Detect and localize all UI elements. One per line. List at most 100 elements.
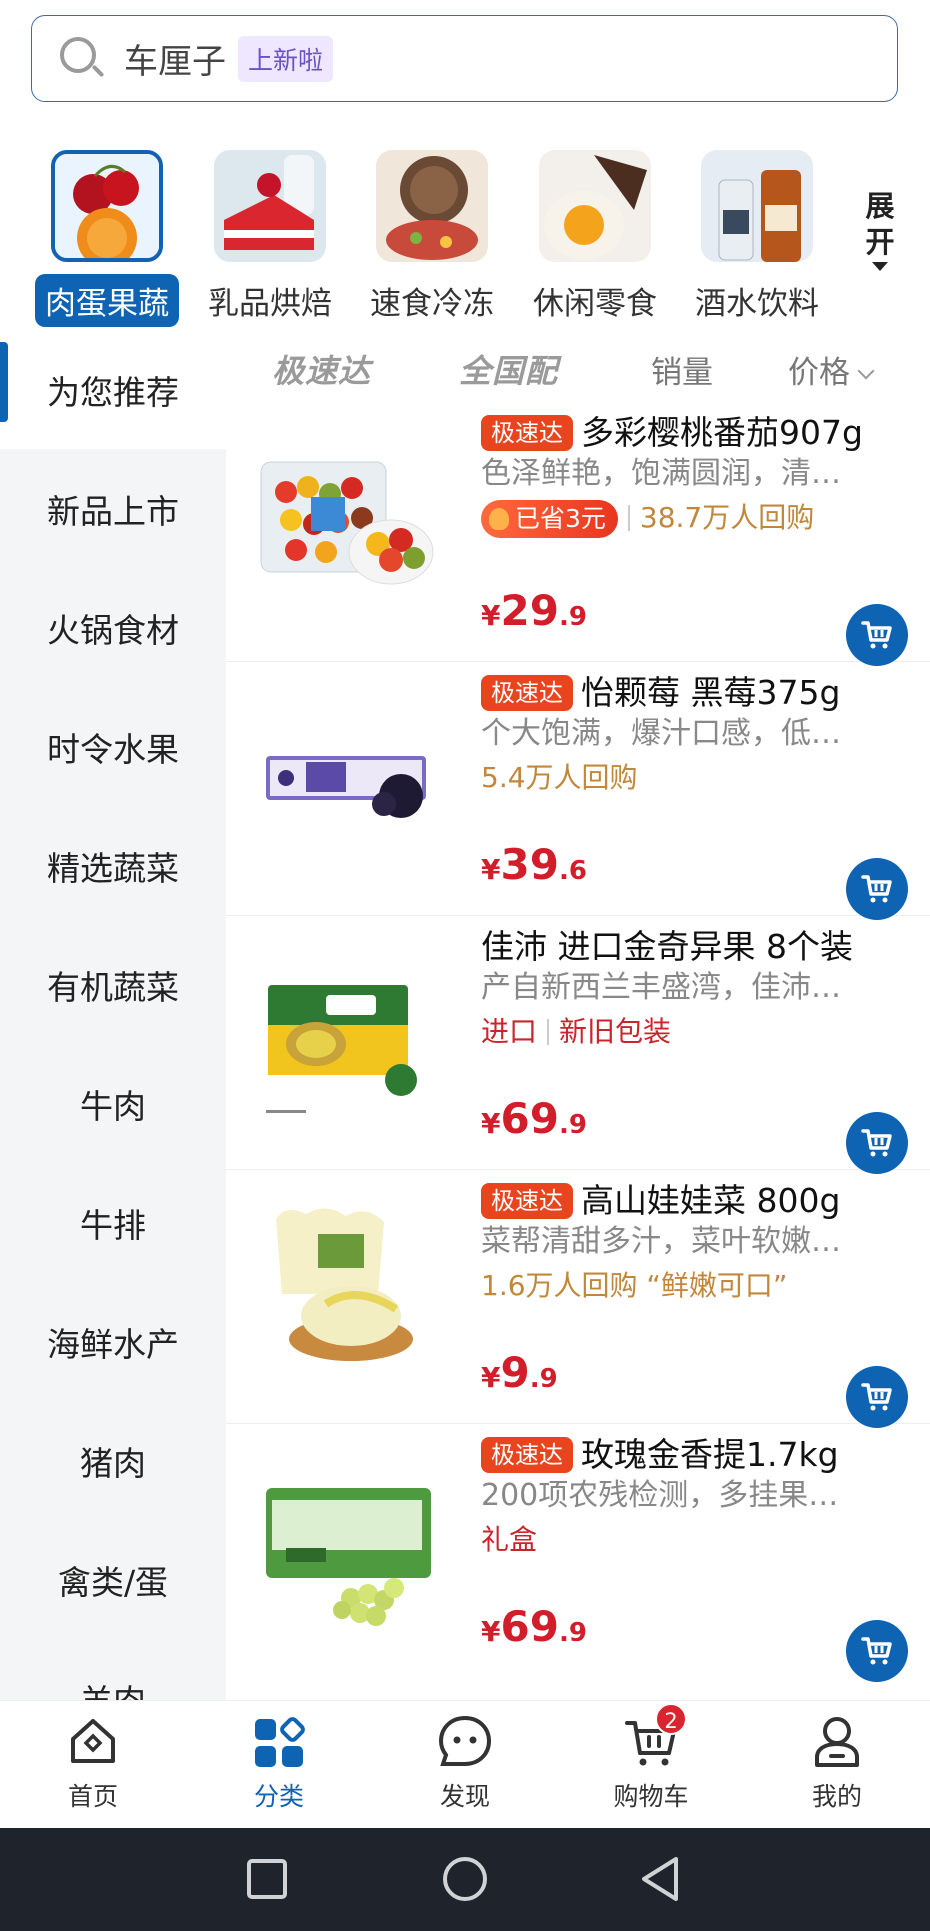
- cart-icon: [861, 1129, 892, 1157]
- add-to-cart-button[interactable]: [846, 1620, 908, 1682]
- saved-badge: 已省3元: [481, 500, 618, 538]
- category-label: 休闲零食: [533, 286, 657, 322]
- product-tags: 已省3元 38.7万人回购: [481, 498, 921, 538]
- product-price: ¥29.9: [481, 586, 587, 635]
- express-badge: 极速达: [481, 1437, 573, 1473]
- sidebar-item-recommended[interactable]: 为您推荐: [0, 330, 226, 449]
- sidebar-item-seasonal-fruit[interactable]: 时令水果: [0, 687, 226, 806]
- bottom-nav: 首页 分类 发现 2 购物车 我的: [0, 1700, 930, 1828]
- cart-icon: [861, 875, 892, 903]
- nav-category[interactable]: 分类: [186, 1701, 372, 1828]
- repurchase-count: 1.6万人回购 “鲜嫩可口”: [481, 1269, 788, 1302]
- category-fruit-veg[interactable]: 肉蛋果蔬: [32, 150, 182, 327]
- nav-home[interactable]: 首页: [0, 1701, 186, 1828]
- category-frozen[interactable]: 速食冷冻: [357, 150, 507, 327]
- expand-label: 展开: [865, 189, 895, 259]
- sidebar-item-new[interactable]: 新品上市: [0, 449, 226, 568]
- repurchase-count: 38.7万人回购: [639, 501, 815, 534]
- filter-national[interactable]: 全国配: [459, 346, 558, 392]
- filter-express[interactable]: 极速达: [272, 346, 371, 392]
- product-price: ¥69.9: [481, 1094, 587, 1143]
- cake-thumbnail: [214, 150, 326, 262]
- tag-packaging: 新旧包装: [559, 1015, 672, 1048]
- product-description: 个大饱满，爆汁口感，低…: [481, 716, 841, 751]
- category-drinks[interactable]: 酒水饮料: [682, 150, 832, 327]
- snack-thumbnail: [539, 150, 651, 262]
- express-badge: 极速达: [481, 675, 573, 711]
- product-price: ¥39.6: [481, 840, 587, 889]
- product-tags: 进口 新旧包装: [481, 1012, 921, 1052]
- product-description: 200项农残检测，多挂果…: [481, 1478, 839, 1513]
- back-button[interactable]: [642, 1857, 678, 1901]
- tag-imported: 进口: [481, 1015, 538, 1048]
- sort-bar: 极速达 全国配 销量 价格: [226, 330, 930, 408]
- express-badge: 极速达: [481, 1183, 573, 1219]
- category-sidebar: 为您推荐 新品上市 火锅食材 时令水果 精选蔬菜 有机蔬菜 牛肉 牛排 海鲜水产…: [0, 330, 226, 1700]
- sidebar-item-lamb[interactable]: 羊肉: [0, 1639, 226, 1701]
- product-image-kiwi: [256, 940, 436, 1120]
- frozen-food-thumbnail: [376, 150, 488, 262]
- product-card[interactable]: 佳沛 进口金奇异果 8个装 产自新西兰丰盛湾，佳沛… 进口 新旧包装 ¥69.9: [226, 916, 930, 1174]
- repurchase-count: 5.4万人回购: [481, 761, 638, 794]
- product-tags: 5.4万人回购: [481, 758, 921, 798]
- sidebar-item-beef[interactable]: 牛肉: [0, 1044, 226, 1163]
- caret-down-icon: [872, 262, 888, 271]
- sidebar-item-poultry-egg[interactable]: 禽类/蛋: [0, 1520, 226, 1639]
- add-to-cart-button[interactable]: [846, 1366, 908, 1428]
- sidebar-item-steak[interactable]: 牛排: [0, 1163, 226, 1282]
- nav-cart[interactable]: 2 购物车: [558, 1701, 744, 1828]
- expand-categories-button[interactable]: 展开: [862, 188, 898, 271]
- add-to-cart-button[interactable]: [846, 1112, 908, 1174]
- product-card[interactable]: 极速达 玫瑰金香提1.7kg 200项农残检测，多挂果… 礼盒 ¥69.9: [226, 1424, 930, 1682]
- system-nav-bar: [0, 1828, 930, 1931]
- product-card[interactable]: 极速达 怡颗莓 黑莓375g 个大饱满，爆汁口感，低… 5.4万人回购 ¥39.6: [226, 662, 930, 920]
- product-card[interactable]: 极速达 多彩樱桃番茄907g 色泽鲜艳，饱满圆润，清… 已省3元 38.7万人回购 …: [226, 408, 930, 666]
- search-bar[interactable]: 车厘子 上新啦: [31, 15, 898, 102]
- search-new-tag: 上新啦: [238, 35, 334, 82]
- nav-discover[interactable]: 发现: [372, 1701, 558, 1828]
- cart-icon: [861, 621, 892, 649]
- recent-apps-button[interactable]: [247, 1859, 287, 1899]
- category-row: 肉蛋果蔬 乳品烘焙 速食冷冻 休闲零食 酒水饮料 展开: [0, 150, 930, 327]
- sort-price[interactable]: 价格: [788, 347, 875, 392]
- category-icon: [255, 1717, 305, 1767]
- cart-icon: [861, 1383, 892, 1411]
- search-placeholder: 车厘子: [124, 42, 226, 82]
- home-icon: [71, 1719, 115, 1763]
- cart-count-badge: 2: [655, 1703, 687, 1735]
- category-snacks[interactable]: 休闲零食: [520, 150, 670, 327]
- search-icon: [58, 35, 106, 83]
- sidebar-item-vegetables[interactable]: 精选蔬菜: [0, 806, 226, 925]
- nav-profile[interactable]: 我的: [744, 1701, 930, 1828]
- product-description: 色泽鲜艳，饱满圆润，清…: [481, 456, 841, 491]
- product-image-baby-cabbage: [256, 1194, 436, 1374]
- product-price: ¥9.9: [481, 1348, 558, 1397]
- category-dairy-bakery[interactable]: 乳品烘焙: [195, 150, 345, 327]
- sidebar-item-seafood[interactable]: 海鲜水产: [0, 1282, 226, 1401]
- product-card[interactable]: 极速达 高山娃娃菜 800g 菜帮清甜多汁，菜叶软嫩… 1.6万人回购 “鲜嫩可口…: [226, 1170, 930, 1428]
- product-description: 产自新西兰丰盛湾，佳沛…: [481, 970, 841, 1005]
- home-button[interactable]: [443, 1857, 487, 1901]
- sidebar-item-organic[interactable]: 有机蔬菜: [0, 925, 226, 1044]
- product-title: 极速达 玫瑰金香提1.7kg: [481, 1434, 921, 1476]
- product-tags: 1.6万人回购 “鲜嫩可口”: [481, 1266, 921, 1306]
- category-label: 肉蛋果蔬: [35, 274, 179, 327]
- product-title: 极速达 怡颗莓 黑莓375g: [481, 672, 921, 714]
- product-title: 极速达 多彩樱桃番茄907g: [481, 412, 921, 454]
- discover-icon: [438, 1715, 492, 1766]
- tag-gift-box: 礼盒: [481, 1523, 538, 1556]
- profile-icon: [815, 1717, 859, 1767]
- add-to-cart-button[interactable]: [846, 604, 908, 666]
- product-title: 佳沛 进口金奇异果 8个装: [481, 927, 853, 966]
- product-price: ¥69.9: [481, 1602, 587, 1651]
- sort-sales[interactable]: 销量: [651, 347, 713, 392]
- product-title: 极速达 高山娃娃菜 800g: [481, 1180, 921, 1222]
- product-image-grapes: [256, 1448, 436, 1628]
- product-image-cherry-tomato: [256, 432, 436, 612]
- divider: [627, 505, 630, 531]
- fruit-thumbnail: [51, 150, 163, 262]
- sidebar-item-hotpot[interactable]: 火锅食材: [0, 568, 226, 687]
- express-badge: 极速达: [481, 415, 573, 451]
- add-to-cart-button[interactable]: [846, 858, 908, 920]
- sidebar-item-pork[interactable]: 猪肉: [0, 1401, 226, 1520]
